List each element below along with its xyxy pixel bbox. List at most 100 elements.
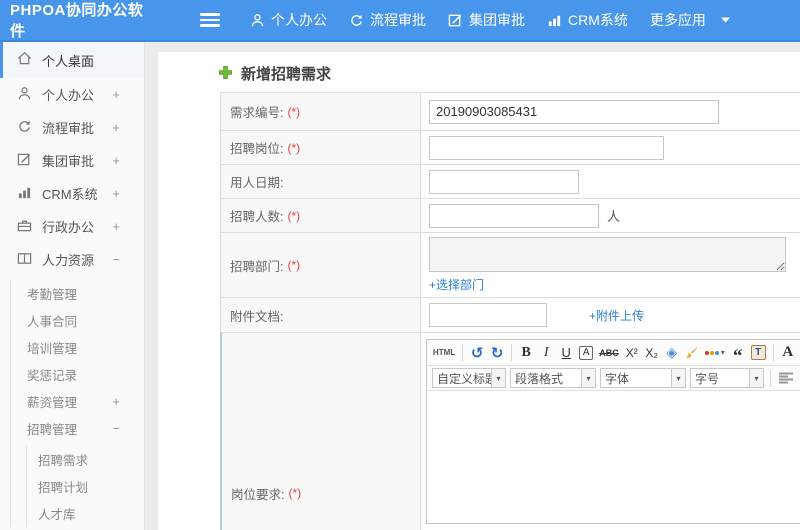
nav-more-apps[interactable]: 更多应用 (650, 10, 706, 30)
align-left-button[interactable] (776, 368, 796, 388)
caret-down-icon: ▾ (491, 369, 505, 387)
form-row-department: 招聘部门: (*) +选择部门 (220, 233, 800, 298)
superscript-button[interactable]: X² (623, 342, 641, 363)
field-label: 附件文档: (230, 309, 284, 324)
sidebar-item-label: 个人办公 (42, 88, 95, 103)
topbar: PHPOA协同办公软件 个人办公 流程审批 集团审批 CRM系统 更多应用 (0, 0, 800, 42)
sidebar-item-label: 个人桌面 (42, 53, 95, 69)
hr-submenu: 考勤管理 人事合同 培训管理 奖惩记录 薪资管理 + 招聘管理 − 招聘需求 招… (10, 280, 144, 527)
html-source-button[interactable]: HTML (431, 342, 457, 363)
select-value: 字号 (695, 371, 720, 386)
sidebar-item-crm[interactable]: CRM系统 + (0, 177, 144, 210)
color-palette-icon (704, 350, 719, 355)
sidebar-item-admin-office[interactable]: 行政办公 + (0, 210, 144, 243)
field-label: 招聘部门: (230, 259, 284, 274)
expand-icon[interactable]: + (112, 186, 120, 201)
subscript-button[interactable]: X₂ (643, 342, 661, 363)
department-textarea[interactable] (429, 237, 786, 272)
sidebar-item-hr-contract[interactable]: 人事合同 (11, 307, 144, 334)
expand-icon[interactable]: + (112, 120, 120, 135)
sidebar: 个人桌面 个人办公 + 流程审批 + 集团审批 + CRM系统 + 行政办公 + (0, 42, 145, 530)
nav-label: 集团审批 (469, 12, 525, 28)
font-family-select[interactable]: 字体 ▾ (600, 368, 686, 388)
user-icon (250, 13, 265, 28)
field-label: 岗位要求: (231, 487, 285, 502)
format-brush-button[interactable] (683, 342, 701, 363)
more-apps-caret-icon[interactable] (720, 16, 731, 24)
brush-icon (686, 347, 698, 358)
nav-crm-system[interactable]: CRM系统 (547, 10, 628, 30)
required-mark: (*) (287, 104, 301, 119)
sidebar-item-recruitment[interactable]: 招聘管理 − (11, 415, 144, 442)
editor-content-area[interactable] (427, 391, 800, 523)
format-char-button[interactable]: A (579, 345, 594, 360)
expand-icon[interactable]: + (112, 153, 120, 168)
expand-icon[interactable]: − (112, 421, 120, 436)
color-palette-button[interactable]: ▾ (703, 342, 727, 363)
sidebar-item-talent-pool[interactable]: 人才库 (27, 500, 144, 527)
sidebar-item-salary[interactable]: 薪资管理 + (11, 388, 144, 415)
sidebar-item-label: 奖惩记录 (27, 369, 78, 383)
redo-button[interactable]: ↻ (488, 342, 506, 363)
strikethrough-button[interactable]: ABC (597, 342, 621, 363)
sidebar-item-recruit-plan[interactable]: 招聘计划 (27, 473, 144, 500)
align-left-icon (779, 372, 793, 384)
select-value: 字体 (605, 371, 630, 386)
sidebar-item-personal-office[interactable]: 个人办公 + (0, 78, 144, 111)
attachment-upload-link[interactable]: +附件上传 (589, 307, 644, 324)
toolbar-separator (772, 344, 774, 361)
sidebar-item-training[interactable]: 培训管理 (11, 334, 144, 361)
underline-button[interactable]: U (557, 342, 575, 363)
bar-chart-icon (17, 185, 32, 203)
remove-format-eraser-button[interactable]: ◈ (663, 342, 681, 363)
expand-icon[interactable]: + (112, 219, 120, 234)
blockquote-button[interactable]: “ (729, 342, 747, 366)
sidebar-item-label: 流程审批 (42, 121, 95, 136)
app-title: PHPOA协同办公软件 (10, 2, 144, 40)
form-row-position: 招聘岗位: (*) (220, 131, 800, 165)
select-department-link[interactable]: +选择部门 (429, 276, 484, 293)
attachment-input[interactable] (429, 303, 547, 327)
edit-icon (17, 152, 32, 170)
font-color-button[interactable]: A (779, 342, 797, 363)
font-size-select[interactable]: 字号 ▾ (690, 368, 764, 388)
field-label: 招聘岗位: (230, 142, 284, 156)
workflow-icon (349, 13, 364, 28)
recruitment-submenu: 招聘需求 招聘计划 人才库 (26, 446, 144, 527)
sidebar-item-group-approval[interactable]: 集团审批 + (0, 144, 144, 177)
form-row-headcount: 招聘人数: (*) 人 (220, 199, 800, 233)
form-row-attachment: 附件文档: +附件上传 (220, 298, 800, 333)
sidebar-item-human-resources[interactable]: 人力资源 − (0, 243, 144, 276)
paragraph-format-select[interactable]: 段落格式 ▾ (510, 368, 596, 388)
sidebar-item-rewards[interactable]: 奖惩记录 (11, 361, 144, 388)
italic-button[interactable]: I (537, 342, 555, 363)
bold-button[interactable]: B (517, 342, 535, 363)
expand-icon[interactable]: + (112, 394, 120, 409)
expand-icon[interactable]: + (112, 87, 120, 102)
sidebar-item-workflow-approval[interactable]: 流程审批 + (0, 111, 144, 144)
expand-icon[interactable]: − (112, 252, 120, 267)
toolbar-separator (770, 369, 771, 387)
sidebar-item-attendance[interactable]: 考勤管理 (11, 280, 144, 307)
nav-personal-office[interactable]: 个人办公 (250, 10, 327, 30)
sidebar-item-recruit-demand[interactable]: 招聘需求 (27, 446, 144, 473)
nav-group-approval[interactable]: 集团审批 (448, 10, 525, 30)
menu-toggle-icon[interactable] (200, 10, 220, 30)
sidebar-item-personal-desktop[interactable]: 个人桌面 (0, 42, 144, 78)
position-input[interactable] (429, 135, 664, 160)
form-row-hire-date: 用人日期: (220, 165, 800, 199)
editor-toolbar-row2: 自定义标题 ▾ 段落格式 ▾ 字体 ▾ 字号 ▾ (427, 366, 800, 391)
nav-workflow-approval[interactable]: 流程审批 (349, 10, 426, 30)
hire-date-input[interactable] (429, 169, 579, 194)
headcount-input[interactable] (429, 203, 599, 228)
sidebar-item-label: 招聘需求 (38, 454, 89, 468)
top-navigation: 个人办公 流程审批 集团审批 CRM系统 更多应用 (250, 10, 753, 30)
workflow-icon (17, 119, 32, 137)
bar-chart-icon (547, 13, 562, 28)
sidebar-item-label: 人事合同 (27, 315, 78, 329)
custom-title-select[interactable]: 自定义标题 ▾ (432, 368, 506, 388)
nav-label: 流程审批 (370, 12, 426, 28)
paste-text-button[interactable]: T (750, 345, 766, 360)
undo-button[interactable]: ↺ (468, 342, 486, 363)
demand-no-input[interactable] (429, 99, 719, 124)
